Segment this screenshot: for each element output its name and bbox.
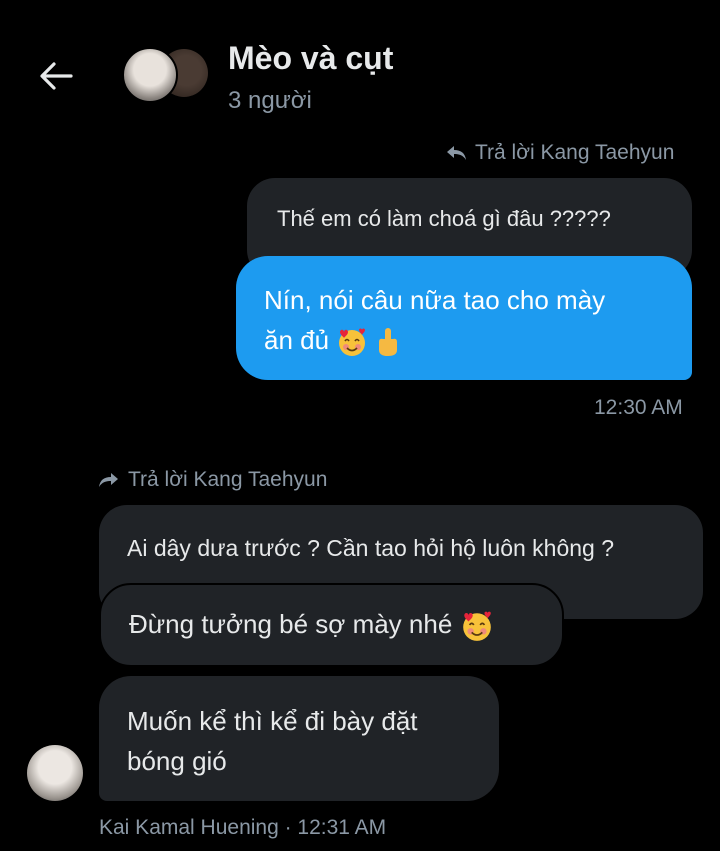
arrow-left-icon [40, 62, 73, 90]
sent-message-line: Nín, nói câu nữa tao cho mày [264, 285, 606, 315]
received-message-line: Muốn kể thì kể đi bày đặt [127, 706, 418, 736]
sent-message-text: ăn đủ [264, 325, 330, 355]
forward-arrow-icon [99, 473, 118, 487]
group-avatars[interactable] [122, 47, 208, 103]
received-message[interactable]: Muốn kể thì kể đi bày đặt bóng gió [99, 676, 499, 801]
reply-context: Trả lời Kang Taehyun [98, 468, 327, 492]
quoted-message-text: Thế em có làm choá gì đâu ????? [277, 206, 611, 231]
reply-context-label: Trả lời Kang Taehyun [475, 141, 675, 164]
reply-context: Trả lời Kang Taehyun [445, 141, 674, 165]
conversation-header: Mèo và cụt 3 người [0, 0, 720, 130]
member-count: 3 người [228, 87, 312, 114]
reply-arrow-icon [447, 146, 466, 160]
back-button[interactable] [36, 56, 76, 96]
conversation-title[interactable]: Mèo và cụt [228, 40, 393, 77]
sent-timestamp: 12:30 AM [594, 396, 683, 419]
smiling-face-with-hearts-icon [462, 611, 491, 641]
smiling-face-with-hearts-icon [339, 328, 366, 357]
reply-context-label: Trả lời Kang Taehyun [128, 468, 328, 491]
quoted-message-text: Ai dây dưa trước ? Cần tao hỏi hộ luôn k… [127, 535, 615, 561]
sent-message[interactable]: Nín, nói câu nữa tao cho mày ăn đủ [236, 256, 692, 380]
middle-finger-icon [378, 328, 397, 357]
sender-avatar[interactable] [27, 745, 83, 801]
received-message-line-2: bóng gió [127, 746, 227, 776]
received-message[interactable]: Đừng tưởng bé sợ mày nhé [99, 583, 564, 667]
received-message-text: Đừng tưởng bé sợ mày nhé [129, 609, 453, 639]
sent-message-line-2: ăn đủ [264, 320, 692, 360]
avatar [122, 47, 178, 103]
sender-name-timestamp: Kai Kamal Huening · 12:31 AM [99, 816, 387, 839]
